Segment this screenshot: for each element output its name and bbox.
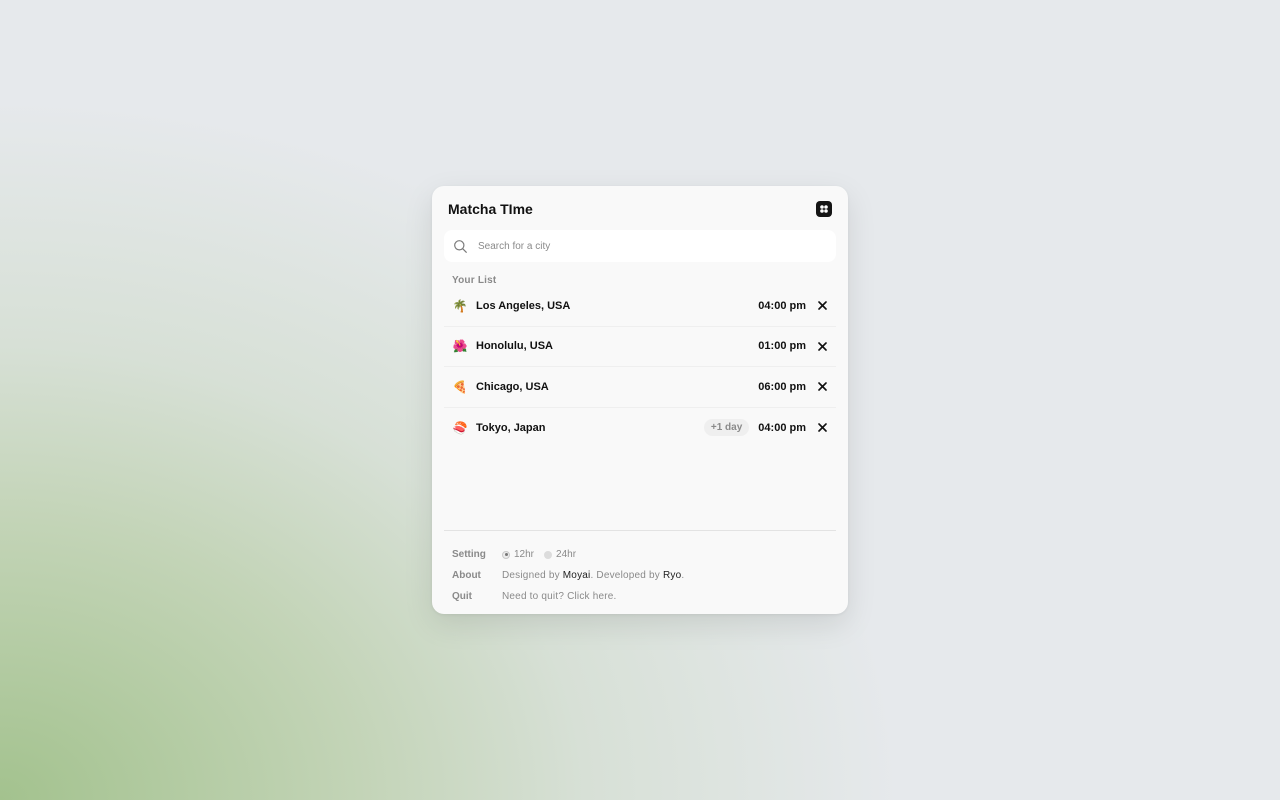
city-time: 04:00 pm — [758, 421, 806, 434]
search-icon — [453, 239, 468, 254]
popover-panel: Matcha TIme Your List 🌴 Los Angeles, USA… — [432, 186, 848, 614]
palm-tree-icon: 🌴 — [452, 298, 468, 313]
quit-row: Quit Need to quit? Click here. — [452, 586, 828, 607]
remove-city-button[interactable] — [816, 300, 828, 312]
city-name: Chicago, USA — [476, 380, 549, 393]
city-time: 06:00 pm — [758, 380, 806, 393]
search-bar — [444, 230, 836, 262]
city-name: Tokyo, Japan — [476, 421, 546, 434]
app-title: Matcha TIme — [448, 201, 533, 217]
close-icon — [817, 382, 827, 392]
pizza-icon: 🍕 — [452, 379, 468, 394]
sushi-icon: 🍣 — [452, 420, 468, 435]
footer: Setting 12hr 24hr About Designed by Moya… — [452, 544, 828, 607]
quit-link[interactable]: Need to quit? Click here. — [502, 591, 617, 602]
setting-label: Setting — [452, 549, 486, 560]
radio-selected-icon — [502, 550, 510, 559]
quit-label: Quit — [452, 591, 472, 602]
radio-unselected-icon — [544, 550, 553, 559]
city-name: Honolulu, USA — [476, 340, 553, 353]
remove-city-button[interactable] — [816, 381, 828, 393]
designer-link[interactable]: Moyai — [563, 570, 591, 581]
format-24hr-radio[interactable]: 24hr — [544, 549, 576, 560]
about-label: About — [452, 570, 481, 581]
remove-city-button[interactable] — [816, 340, 828, 352]
remove-city-button[interactable] — [816, 422, 828, 434]
city-row[interactable]: 🍕 Chicago, USA 06:00 pm — [444, 367, 836, 408]
setting-row: Setting 12hr 24hr — [452, 544, 828, 565]
about-text: Designed by Moyai. Developed by Ryo. — [502, 570, 684, 581]
about-middle: . Developed by — [590, 570, 663, 581]
footer-divider — [444, 530, 836, 531]
city-time: 04:00 pm — [758, 299, 806, 312]
app-logo-icon[interactable] — [816, 201, 832, 217]
city-list: 🌴 Los Angeles, USA 04:00 pm 🌺 Honolulu, … — [444, 286, 836, 448]
city-row[interactable]: 🌺 Honolulu, USA 01:00 pm — [444, 327, 836, 367]
city-time: 01:00 pm — [758, 340, 806, 353]
close-icon — [817, 341, 827, 351]
close-icon — [817, 301, 827, 311]
format-12hr-label: 12hr — [514, 549, 535, 560]
about-row: About Designed by Moyai. Developed by Ry… — [452, 565, 828, 586]
about-prefix: Designed by — [502, 570, 563, 581]
format-24hr-label: 24hr — [556, 549, 577, 560]
city-name: Los Angeles, USA — [476, 299, 571, 312]
hibiscus-icon: 🌺 — [452, 339, 468, 354]
developer-link[interactable]: Ryo — [663, 570, 681, 581]
about-suffix: . — [681, 570, 685, 581]
day-offset-badge: +1 day — [703, 419, 750, 437]
list-heading: Your List — [452, 275, 497, 286]
city-row[interactable]: 🌴 Los Angeles, USA 04:00 pm — [444, 286, 836, 327]
header: Matcha TIme — [448, 199, 832, 219]
format-12hr-radio[interactable]: 12hr — [502, 549, 534, 560]
close-icon — [817, 423, 827, 433]
city-row[interactable]: 🍣 Tokyo, Japan +1 day 04:00 pm — [444, 408, 836, 449]
search-input[interactable] — [476, 239, 780, 253]
